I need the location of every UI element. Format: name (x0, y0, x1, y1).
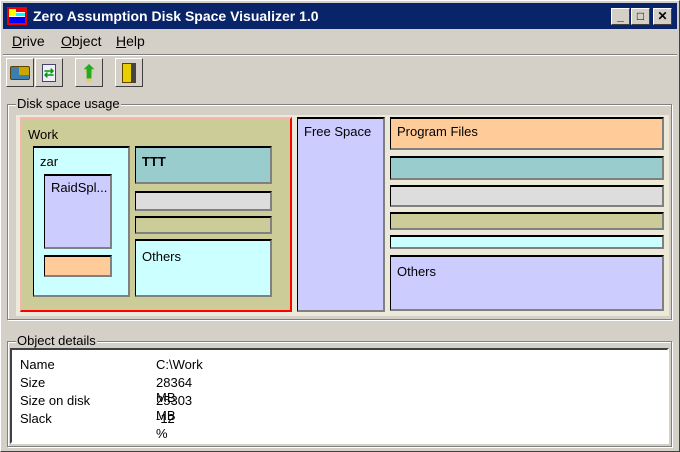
refresh-icon: ⇄ (42, 63, 56, 82)
treemap-ttt[interactable]: TTT (135, 146, 272, 184)
free-space-label: Free Space (304, 124, 372, 139)
menu-bar: Drive Object Help (3, 30, 677, 52)
treemap-work-item[interactable] (135, 191, 272, 211)
raidspl-label: RaidSpl... (51, 180, 108, 195)
open-drive-button[interactable] (6, 58, 34, 87)
menu-separator (3, 54, 677, 56)
up-folder-icon: ⬆ (81, 62, 97, 82)
maximize-button[interactable]: □ (631, 8, 650, 25)
treemap-free-space[interactable]: Free Space (297, 117, 385, 312)
work-label: Work (28, 127, 59, 142)
exit-door-icon (122, 62, 136, 83)
exit-button[interactable] (115, 58, 143, 87)
object-details-label: Object details (16, 333, 97, 348)
detail-row: Slack -12 % (20, 411, 175, 441)
ttt-label: TTT (142, 154, 166, 169)
treemap-raidspl[interactable]: RaidSpl... (44, 174, 112, 249)
refresh-button[interactable]: ⇄ (35, 58, 63, 87)
detail-key: Name (20, 357, 55, 372)
detail-value: C:\Work (156, 357, 203, 372)
treemap-others[interactable]: Others (390, 255, 664, 311)
zar-label: zar (40, 154, 59, 169)
detail-key: Slack (20, 411, 52, 426)
menu-drive[interactable]: Drive (12, 33, 45, 49)
open-drive-icon (10, 65, 30, 80)
window-title: Zero Assumption Disk Space Visualizer 1.… (33, 8, 319, 24)
menu-help[interactable]: Help (116, 33, 145, 49)
treemap-work-others[interactable]: Others (135, 239, 272, 297)
detail-key: Size (20, 375, 46, 390)
treemap-item[interactable] (390, 185, 664, 207)
treemap-work-item[interactable] (135, 216, 272, 234)
treemap-item[interactable] (390, 156, 664, 180)
disk-usage-label: Disk space usage (16, 96, 121, 111)
app-icon (7, 7, 27, 25)
up-folder-button[interactable]: ⬆ (75, 58, 103, 87)
object-details-list[interactable]: Name C:\Work Size 28364 MB Size on disk 253… (10, 348, 669, 444)
treemap: Work zar RaidSpl... TTT Others Free Spac… (16, 115, 669, 316)
work-others-label: Others (142, 249, 182, 264)
treemap-item[interactable] (390, 235, 664, 249)
menu-object[interactable]: Object (61, 33, 101, 49)
detail-row: Name C:\Work (20, 357, 203, 372)
detail-row: Size 28364 MB (20, 375, 192, 405)
treemap-program-files[interactable]: Program Files (390, 117, 664, 150)
detail-key: Size on disk (20, 393, 91, 408)
minimize-button[interactable]: _ (611, 8, 630, 25)
detail-row: Size on disk 25303 MB (20, 393, 192, 423)
treemap-zar-item[interactable] (44, 255, 112, 277)
treemap-item[interactable] (390, 212, 664, 230)
close-button[interactable]: ✕ (653, 8, 672, 25)
detail-value: -12 % (156, 411, 175, 441)
program-files-label: Program Files (397, 124, 478, 139)
title-bar: Zero Assumption Disk Space Visualizer 1.… (3, 3, 677, 29)
others-label: Others (397, 264, 437, 279)
